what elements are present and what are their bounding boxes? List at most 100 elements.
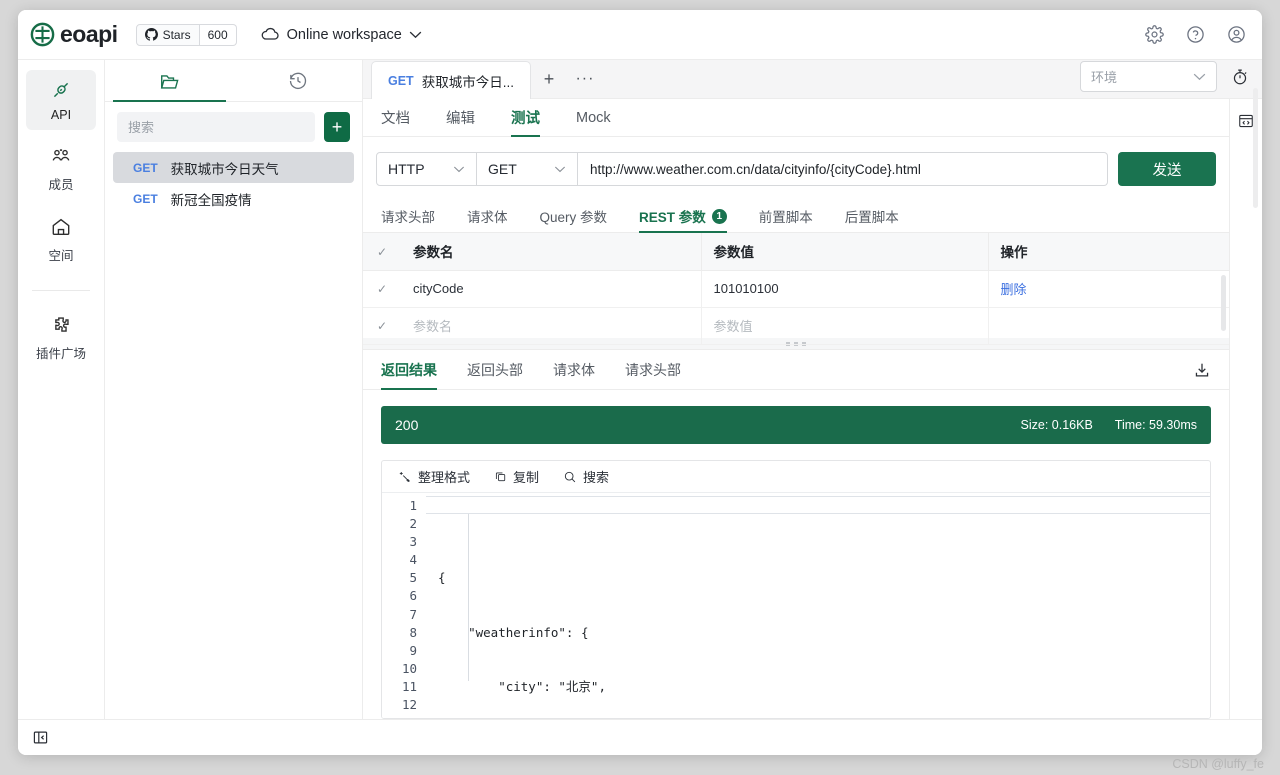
json-toolbar: 整理格式 复制 搜索: [382, 461, 1210, 492]
tab-request-body[interactable]: 请求体: [467, 200, 508, 233]
list-item[interactable]: GET 新冠全国疫情: [113, 183, 354, 214]
table-row: ✓ 参数名 参数值: [363, 307, 1229, 345]
format-icon: [398, 470, 412, 484]
line-number: 3: [409, 534, 417, 550]
format-button[interactable]: 整理格式: [398, 467, 470, 486]
user-avatar-icon[interactable]: [1227, 25, 1246, 44]
main-column: 文档 编辑 测试 Mock HTTP GET http://www.weathe…: [363, 88, 1258, 719]
code-area: 1 2 3 4 5 6 7 8 9 10 11 12 {"weatherinf…: [382, 492, 1210, 718]
list-panel-tabs: [105, 60, 362, 102]
method-value: GET: [488, 161, 517, 177]
delete-link[interactable]: 删除: [1001, 282, 1027, 297]
search-button[interactable]: 搜索: [563, 467, 609, 486]
status-meta: Size: 0.16KB Time: 59.30ms: [1021, 418, 1197, 432]
api-name: 获取城市今日天气: [170, 161, 279, 177]
download-icon[interactable]: [1193, 361, 1211, 379]
tab-mock[interactable]: Mock: [576, 99, 611, 137]
header-param-name: 参数名: [401, 233, 702, 271]
row-checkbox-cell[interactable]: ✓: [363, 307, 401, 345]
copy-label: 复制: [513, 470, 540, 485]
stars-button[interactable]: Stars: [135, 23, 200, 46]
github-stars[interactable]: Stars 600: [135, 23, 237, 46]
rest-params-count-badge: 1: [711, 208, 727, 224]
param-value-placeholder: 参数值: [713, 319, 753, 334]
line-number: 1: [409, 498, 417, 513]
cell-param-name[interactable]: cityCode: [401, 270, 702, 308]
tab-get-weather[interactable]: GET 获取城市今日...: [371, 61, 531, 99]
sidebar-item-plugins[interactable]: 插件广场: [26, 305, 96, 370]
select-all-cell[interactable]: ✓: [363, 233, 401, 271]
tab-edit[interactable]: 编辑: [446, 99, 475, 137]
tab-options-button[interactable]: ···: [567, 60, 603, 98]
tab-label: 请求体: [467, 210, 508, 225]
sidebar-item-space[interactable]: 空间: [26, 207, 96, 272]
chevron-down-icon: [554, 166, 566, 173]
help-circle-icon[interactable]: [1186, 25, 1205, 44]
tab-response-headers[interactable]: 返回头部: [467, 350, 523, 390]
cell-param-value-empty[interactable]: 参数值: [701, 307, 989, 345]
code-line: {: [438, 570, 446, 586]
copy-icon: [494, 470, 507, 483]
tab-response-body[interactable]: 返回结果: [381, 350, 437, 390]
method-select[interactable]: GET: [477, 152, 578, 186]
method-badge: GET: [133, 191, 158, 206]
checkbox-icon[interactable]: ✓: [377, 282, 387, 296]
stars-count[interactable]: 600: [199, 23, 237, 46]
row-checkbox-cell[interactable]: ✓: [363, 270, 401, 308]
tab-label: 前置脚本: [758, 210, 813, 225]
table-header-row: ✓ 参数名 参数值 操作: [363, 233, 1229, 271]
send-button[interactable]: 发送: [1118, 152, 1216, 186]
tab-sent-body[interactable]: 请求体: [553, 350, 595, 390]
param-tabs: 请求头部 请求体 Query 参数 REST 参数 1 前置脚本 后置脚本: [363, 200, 1229, 233]
stopwatch-icon[interactable]: [1231, 68, 1249, 86]
workspace-selector[interactable]: Online workspace: [261, 27, 422, 43]
environment-select[interactable]: 环境: [1080, 61, 1217, 92]
response-scrollbar[interactable]: [1253, 88, 1258, 208]
tab-sent-headers[interactable]: 请求头部: [625, 350, 681, 390]
sidebar-item-members[interactable]: 成员: [26, 136, 96, 201]
tab-test[interactable]: 测试: [511, 99, 540, 137]
tab-label: Query 参数: [539, 210, 608, 225]
param-table-scrollbar[interactable]: [1221, 275, 1226, 331]
checkbox-icon[interactable]: ✓: [377, 245, 387, 259]
add-api-button[interactable]: +: [324, 112, 350, 142]
tab-collections[interactable]: [105, 60, 234, 102]
stars-label: Stars: [162, 27, 191, 42]
tab-history[interactable]: [234, 60, 363, 102]
tab-rest-params[interactable]: REST 参数 1: [639, 200, 727, 233]
status-bar: 200 Size: 0.16KB Time: 59.30ms: [381, 406, 1211, 444]
environment-value: 环境: [1091, 70, 1118, 85]
sidebar-label: 空间: [48, 249, 74, 263]
api-list-panel: + GET 获取城市今日天气 GET 新冠全国疫情: [105, 60, 363, 719]
search-input[interactable]: [117, 112, 315, 142]
tab-label: 后置脚本: [844, 210, 899, 225]
logo[interactable]: eoapi: [26, 21, 118, 48]
sidebar-item-api[interactable]: API: [26, 70, 96, 130]
indent-guide: [468, 514, 469, 681]
line-number: 4: [409, 552, 417, 568]
line-number: 9: [409, 642, 417, 658]
cell-param-value[interactable]: 101010100: [701, 270, 989, 308]
tab-query-params[interactable]: Query 参数: [540, 200, 608, 233]
response-size: Size: 0.16KB: [1020, 418, 1093, 432]
tab-post-script[interactable]: 后置脚本: [845, 200, 899, 233]
line-number: 12: [401, 697, 417, 713]
format-label: 整理格式: [418, 470, 471, 485]
api-icon: [50, 79, 72, 101]
new-tab-button[interactable]: +: [531, 60, 567, 98]
copy-button[interactable]: 复制: [494, 467, 539, 486]
list-item[interactable]: GET 获取城市今日天气: [113, 152, 354, 183]
tab-pre-script[interactable]: 前置脚本: [759, 200, 813, 233]
protocol-select[interactable]: HTTP: [376, 152, 477, 186]
cell-param-name-empty[interactable]: 参数名: [401, 307, 702, 345]
tab-doc[interactable]: 文档: [381, 99, 410, 137]
collapse-sidebar-icon[interactable]: [32, 729, 49, 746]
tab-request-headers[interactable]: 请求头部: [381, 200, 435, 233]
sidebar-label: 插件广场: [35, 347, 86, 361]
chevron-down-icon: [453, 166, 465, 173]
checkbox-icon[interactable]: ✓: [377, 319, 387, 333]
response-tabs: 返回结果 返回头部 请求体 请求头部: [363, 350, 1229, 390]
gear-icon[interactable]: [1145, 25, 1164, 44]
json-code[interactable]: { "weatherinfo": { "city": "北京", "cityid…: [426, 493, 1210, 718]
url-input[interactable]: [578, 152, 1108, 186]
